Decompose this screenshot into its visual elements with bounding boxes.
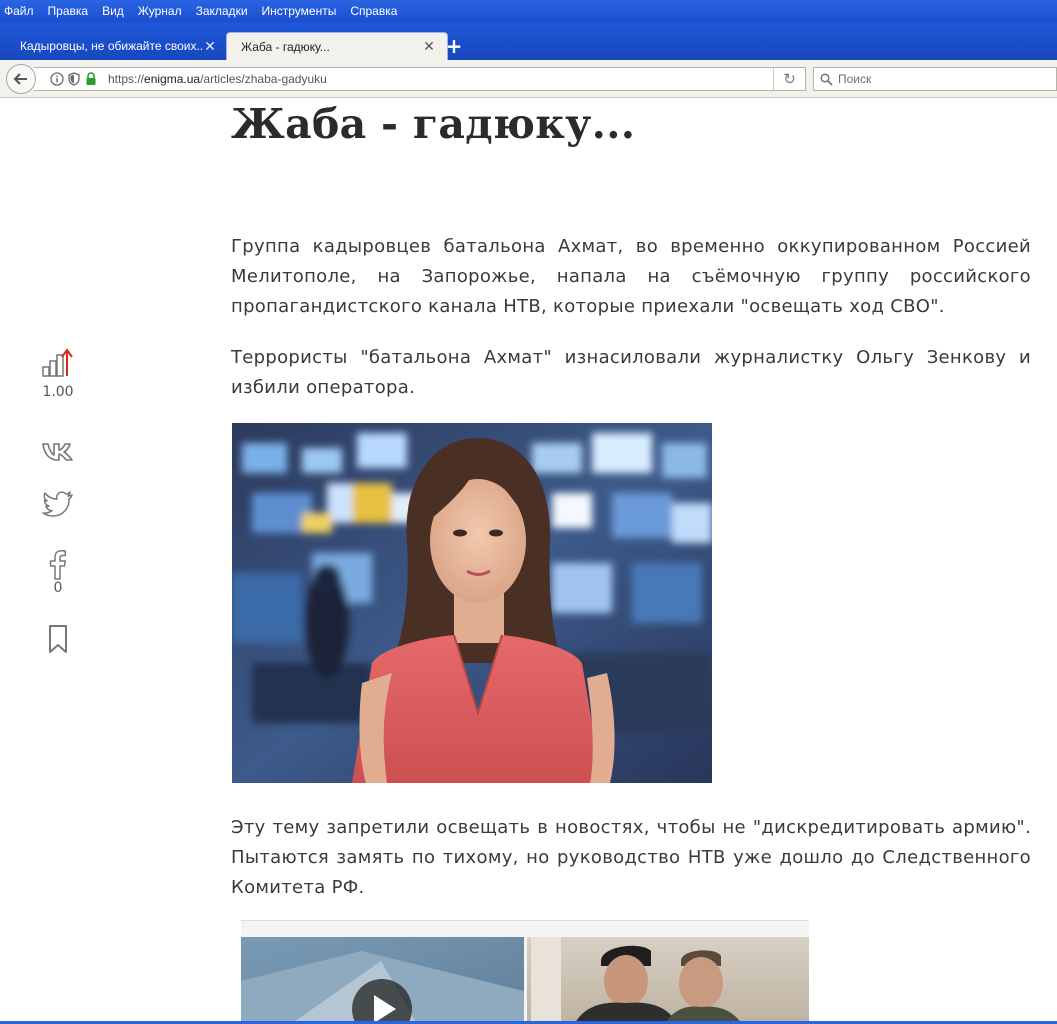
info-icon[interactable] [50,72,64,86]
menu-view[interactable]: Вид [102,0,124,22]
article-paragraph: Группа кадыровцев батальона Ахмат, во вр… [231,236,1031,317]
rating-widget[interactable]: 1.00 [40,348,76,400]
back-button[interactable] [6,64,36,94]
menu-tools[interactable]: Инструменты [262,0,337,22]
tracking-shield-icon[interactable] [67,72,81,86]
twitter-share-button[interactable] [40,490,76,520]
url-bar[interactable]: https://enigma.ua/articles/zhaba-gadyuku… [34,67,806,91]
tab-label: Кадыровцы, не обижайте своих... [20,39,202,53]
bookmark-button[interactable] [40,624,76,654]
lock-icon[interactable] [84,72,98,86]
article-photo [232,423,712,783]
facebook-icon [49,550,67,580]
vk-share-button[interactable] [40,440,76,462]
tab-label: Жаба - гадюку... [241,39,330,54]
vk-icon [42,443,73,461]
tab-bar: Кадыровцы, не обижайте своих... ✕ Жаба -… [0,22,1057,60]
tab-kadyrovtsy[interactable]: Кадыровцы, не обижайте своих... ✕ [6,32,228,60]
search-placeholder: Поиск [838,72,872,86]
close-icon[interactable]: ✕ [202,38,218,55]
twitter-icon [42,491,73,517]
new-tab-button[interactable]: + [444,34,464,58]
menu-help[interactable]: Справка [350,0,397,22]
menu-history[interactable]: Журнал [138,0,182,22]
bookmark-icon [49,625,67,653]
reload-icon[interactable]: ↻ [773,68,805,90]
facebook-share-button[interactable]: 0 [40,548,76,596]
search-icon [820,72,833,86]
rating-value: 1.00 [42,384,74,400]
article-title: Жаба - гадюку... [231,100,636,148]
facebook-count: 0 [53,580,63,596]
tab-zhaba-gadyuku[interactable]: Жаба - гадюку... ✕ [226,32,448,60]
close-icon[interactable]: ✕ [421,38,437,55]
menu-bookmarks[interactable]: Закладки [196,0,248,22]
search-input[interactable]: Поиск [813,67,1057,91]
menu-edit[interactable]: Правка [48,0,89,22]
video-embed[interactable] [241,920,809,1022]
rating-chart-icon [42,348,73,377]
url-text[interactable]: https://enigma.ua/articles/zhaba-gadyuku [108,72,327,86]
article-paragraph: Террористы "батальона Ахмат" изнасиловал… [231,347,1031,398]
menu-bar: Файл Правка Вид Журнал Закладки Инструме… [0,0,1057,22]
menu-file[interactable]: Файл [4,0,34,22]
page-content: Жаба - гадюку... Группа кадыровцев батал… [0,98,1057,1022]
article-paragraph: Эту тему запретили освещать в новостях, … [231,817,1031,898]
navigation-bar: https://enigma.ua/articles/zhaba-gadyuku… [0,60,1057,98]
